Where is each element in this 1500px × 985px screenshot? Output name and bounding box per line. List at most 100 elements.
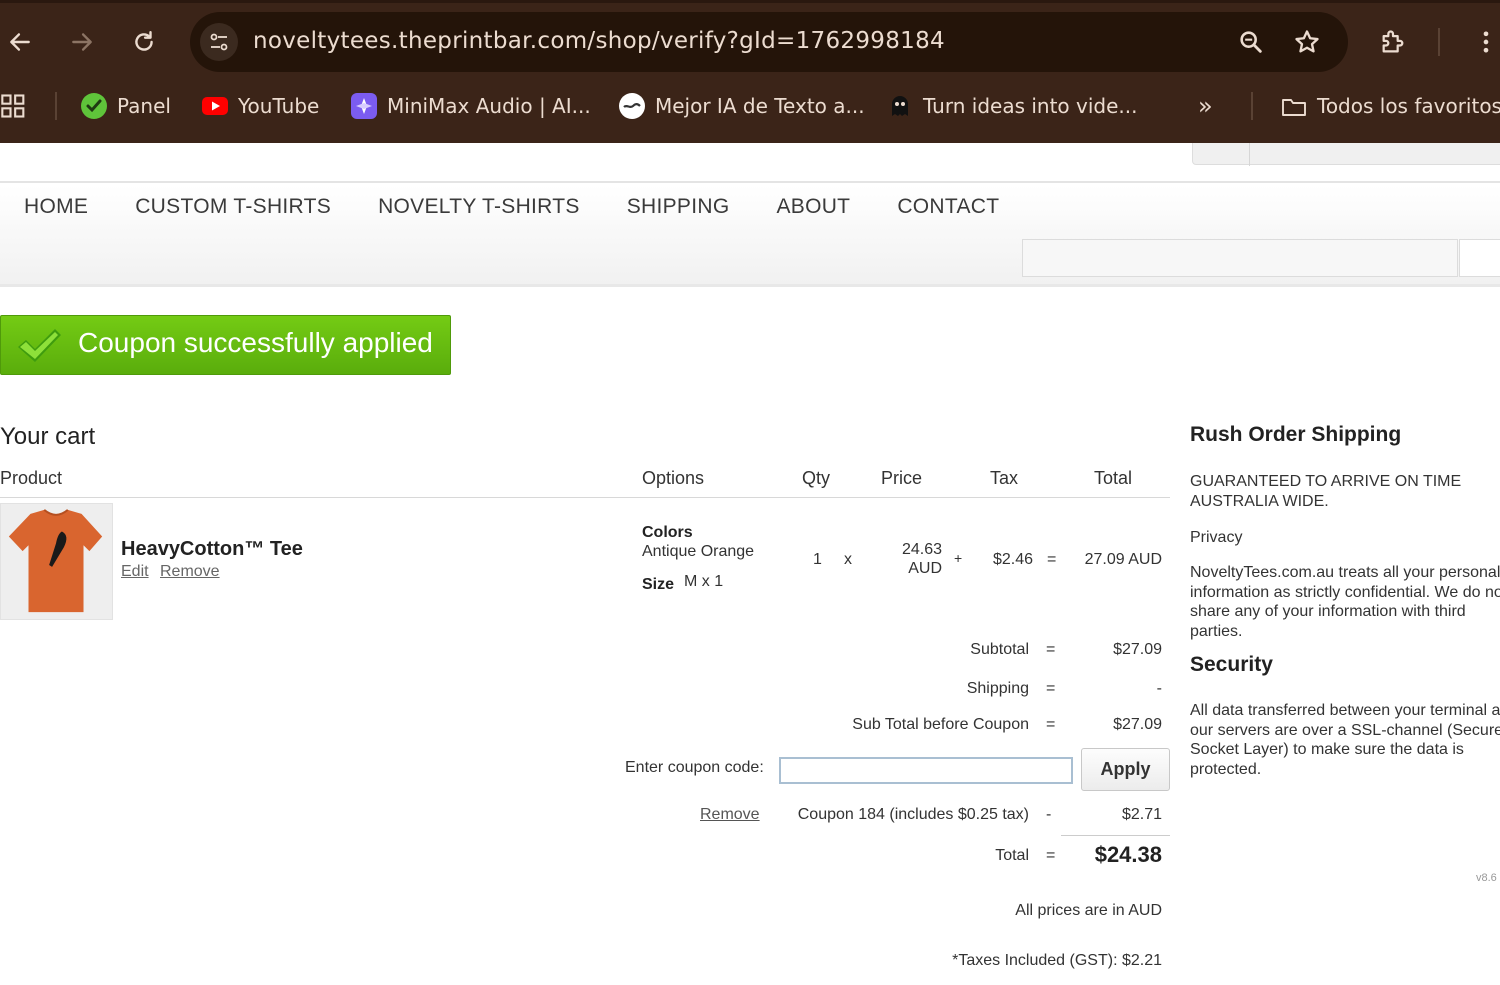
apps-grid-icon (1, 94, 25, 118)
remove-coupon-link[interactable]: Remove (700, 806, 760, 824)
nav-links: HOME CUSTOM T-SHIRTS NOVELTY T-SHIRTS SH… (0, 195, 1022, 235)
coupon-code-label: Enter coupon code: (625, 759, 764, 776)
bookmark-star-button[interactable] (1291, 26, 1323, 58)
header-total: Total (1094, 468, 1133, 488)
option-color-label: Colors (642, 524, 693, 541)
edit-link[interactable]: Edit (121, 563, 149, 581)
reload-icon (135, 31, 153, 51)
coupon-code-input[interactable] (779, 757, 1073, 784)
shipping-value: - (1156, 680, 1162, 697)
plus-sign: + (954, 550, 963, 566)
header-price: Price (881, 468, 923, 488)
coupon-amount: $2.71 (1121, 806, 1162, 823)
header-tax: Tax (990, 468, 1019, 488)
tax-note: *Taxes Included (GST): $2.21 (952, 952, 1162, 969)
checkmark-icon (18, 329, 61, 362)
total-divider (1061, 835, 1170, 836)
menu-button[interactable] (1466, 22, 1500, 62)
all-bookmarks-folder[interactable]: Todos los favoritos (1280, 84, 1500, 128)
option-size-label: Size (642, 576, 675, 593)
tune-icon (210, 33, 228, 51)
back-button[interactable] (0, 22, 40, 62)
product-name[interactable]: HeavyCotton™ Tee (121, 538, 303, 561)
currency-note: All prices are in AUD (1015, 902, 1162, 919)
bookmark-youtube[interactable]: YouTube (201, 84, 319, 128)
nav-shipping[interactable]: SHIPPING (603, 195, 753, 235)
site-info-button[interactable] (200, 23, 238, 61)
puzzle-icon (1382, 30, 1404, 53)
option-color-value: Antique Orange (642, 543, 755, 560)
equals-sign: = (1046, 847, 1056, 864)
item-total: 27.09 AUD (1084, 551, 1162, 568)
bookmark-label: Panel (117, 94, 171, 118)
nav-contact[interactable]: CONTACT (873, 195, 1022, 235)
coupon-success-banner: Coupon successfully applied (0, 315, 451, 375)
bookmark-turn-ideas[interactable]: Turn ideas into vide... (886, 84, 1137, 128)
tshirt-icon (8, 509, 103, 613)
remove-link[interactable]: Remove (160, 563, 220, 581)
reload-button[interactable] (124, 22, 164, 62)
rush-shipping-title: Rush Order Shipping (1190, 423, 1402, 446)
nav-about[interactable]: ABOUT (752, 195, 873, 235)
main-navigation: HOME CUSTOM T-SHIRTS NOVELTY T-SHIRTS SH… (0, 185, 1500, 287)
globe-icon (618, 92, 646, 120)
apps-button[interactable] (0, 84, 28, 128)
privacy-title: Privacy (1190, 529, 1243, 546)
nav-novelty-t-shirts[interactable]: NOVELTY T-SHIRTS (354, 195, 603, 235)
ghost-icon (886, 92, 914, 120)
product-thumbnail[interactable] (0, 503, 113, 620)
search-input[interactable] (1022, 239, 1458, 277)
subtotal-before-coupon-value: $27.09 (1113, 716, 1162, 733)
zoom-button[interactable] (1235, 26, 1267, 58)
grand-total-value: $24.38 (1094, 842, 1162, 867)
extensions-button[interactable] (1373, 22, 1413, 62)
header-widget[interactable] (1192, 143, 1500, 166)
bookmark-label: Mejor IA de Texto a... (655, 94, 865, 118)
bookmark-label: YouTube (238, 94, 320, 118)
forward-button[interactable] (62, 22, 102, 62)
equals-sign: = (1046, 716, 1056, 733)
nav-home[interactable]: HOME (0, 195, 111, 235)
bookmarks-divider (55, 92, 57, 120)
table-divider (0, 497, 1170, 498)
version-label: v8.6 (1476, 872, 1497, 884)
equals-sign: = (1046, 680, 1056, 697)
bookmark-minimax[interactable]: MiniMax Audio | AI... (350, 84, 591, 128)
equals-sign: = (1047, 551, 1057, 568)
youtube-icon (201, 92, 229, 120)
banner-message: Coupon successfully applied (78, 327, 433, 358)
minimax-icon (350, 92, 378, 120)
arrow-right-icon (72, 33, 92, 51)
rush-shipping-text: GUARANTEED TO ARRIVE ON TIME AUSTRALIA W… (1190, 473, 1462, 510)
header-qty: Qty (802, 468, 831, 488)
panel-icon (80, 92, 108, 120)
header-product: Product (0, 468, 63, 488)
folder-icon (1280, 92, 1308, 120)
nav-custom-t-shirts[interactable]: CUSTOM T-SHIRTS (111, 195, 354, 235)
more-bookmarks-button[interactable]: » (1198, 84, 1213, 128)
bookmarks-bar: Panel YouTube MiniMax Audio | AI... Mejo… (0, 84, 1500, 128)
item-tax: $2.46 (993, 551, 1034, 568)
bookmark-panel[interactable]: Panel (80, 84, 171, 128)
subtotal-label: Subtotal (970, 641, 1029, 658)
arrow-left-icon (10, 33, 30, 51)
chevron-double-right-icon: » (1198, 92, 1213, 120)
subtotal-value: $27.09 (1113, 641, 1162, 658)
zoom-icon (1240, 31, 1262, 53)
minus-sign: - (1046, 806, 1052, 823)
item-price-currency: AUD (908, 560, 942, 577)
security-text: All data transferred between your termin… (1190, 702, 1500, 778)
total-label: Total (995, 847, 1029, 864)
bookmarks-divider (1251, 92, 1253, 120)
option-size-value: M x 1 (684, 573, 724, 590)
item-price: 24.63 (901, 541, 942, 558)
apply-coupon-button[interactable]: Apply (1081, 748, 1170, 791)
toolbar-divider (1438, 28, 1440, 56)
tab-strip-edge (0, 0, 1500, 3)
bookmark-mejor-ia[interactable]: Mejor IA de Texto a... (618, 84, 865, 128)
header-options: Options (642, 468, 705, 488)
search-button[interactable] (1459, 239, 1500, 277)
address-bar[interactable]: noveltytees.theprintbar.com/shop/verify?… (190, 12, 1348, 72)
url-text[interactable]: noveltytees.theprintbar.com/shop/verify?… (253, 28, 945, 54)
coupon-description: Coupon 184 (includes $0.25 tax) (797, 806, 1029, 823)
